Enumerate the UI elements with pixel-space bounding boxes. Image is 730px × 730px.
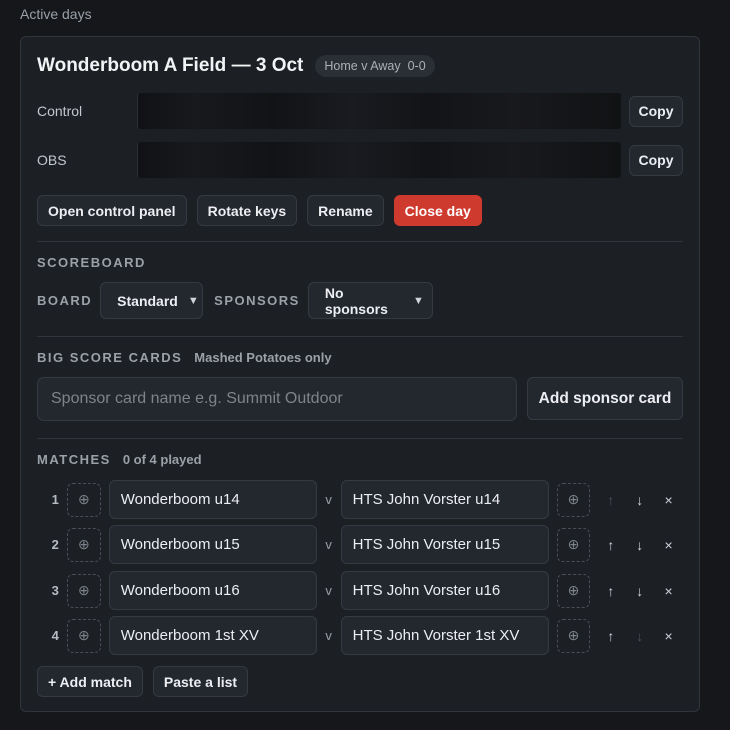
day-header: Wonderboom A Field — 3 Oct Home v Away 0-…: [37, 55, 435, 77]
day-card: Wonderboom A Field — 3 Oct Home v Away 0-…: [20, 36, 700, 712]
add-home-logo-icon[interactable]: ⊕: [66, 482, 101, 517]
open-control-panel-button[interactable]: Open control panel: [37, 195, 187, 226]
matches-heading: MATCHES: [37, 452, 111, 467]
badge-teams: Home v Away: [324, 59, 401, 73]
control-key-row: Control Copy: [37, 93, 683, 129]
sponsors-select[interactable]: No sponsors ▼: [307, 282, 433, 319]
match-row: 3 ⊕ v ⊕ ↑ ↓ ×: [37, 571, 683, 610]
match-number: 2: [51, 537, 59, 552]
obs-label: OBS: [37, 152, 67, 168]
day-actions: Open control panel Rotate keys Rename Cl…: [37, 195, 482, 226]
big-score-cards-note: Mashed Potatoes only: [194, 350, 332, 365]
away-team-input[interactable]: [340, 616, 549, 655]
obs-key-row: OBS Copy: [37, 142, 683, 178]
versus-label: v: [325, 492, 332, 507]
move-down-icon[interactable]: ↓: [625, 576, 654, 605]
matches-header: MATCHES 0 of 4 played: [37, 452, 202, 467]
match-row: 2 ⊕ v ⊕ ↑ ↓ ×: [37, 525, 683, 564]
move-down-icon[interactable]: ↓: [625, 530, 654, 559]
board-label: BOARD: [37, 293, 93, 308]
add-away-logo-icon[interactable]: ⊕: [556, 618, 591, 653]
copy-obs-button[interactable]: Copy: [629, 144, 683, 176]
move-down-icon[interactable]: ↓: [625, 485, 654, 514]
match-number: 1: [51, 492, 59, 507]
matches-played-count: 0 of 4 played: [122, 452, 202, 467]
control-label: Control: [37, 103, 83, 119]
sponsor-card-input[interactable]: [37, 377, 517, 421]
add-away-logo-icon[interactable]: ⊕: [556, 573, 591, 608]
add-match-button[interactable]: + Add match: [37, 666, 143, 697]
rename-button[interactable]: Rename: [307, 195, 384, 226]
sponsor-card-row: Add sponsor card: [37, 377, 683, 421]
add-away-logo-icon[interactable]: ⊕: [556, 527, 591, 562]
move-up-icon[interactable]: ↑: [596, 530, 625, 559]
remove-match-icon[interactable]: ×: [654, 576, 683, 605]
versus-label: v: [325, 628, 332, 643]
chevron-down-icon: ▼: [412, 294, 424, 307]
home-team-input[interactable]: [108, 571, 317, 610]
sponsors-label: SPONSORS: [214, 293, 300, 308]
add-away-logo-icon[interactable]: ⊕: [556, 482, 591, 517]
board-select[interactable]: Standard ▼: [100, 282, 204, 319]
move-down-icon[interactable]: ↓: [625, 621, 654, 650]
move-up-icon[interactable]: ↑: [596, 621, 625, 650]
close-day-button[interactable]: Close day: [393, 195, 482, 226]
away-team-input[interactable]: [340, 571, 549, 610]
home-team-input[interactable]: [108, 480, 317, 519]
add-sponsor-card-button[interactable]: Add sponsor card: [527, 377, 683, 420]
away-team-input[interactable]: [340, 525, 549, 564]
away-team-input[interactable]: [340, 480, 549, 519]
sponsors-select-value: No sponsors: [324, 284, 388, 317]
add-home-logo-icon[interactable]: ⊕: [66, 527, 101, 562]
scoreboard-heading: SCOREBOARD: [37, 255, 146, 270]
badge-score: 0-0: [407, 59, 426, 73]
big-score-cards-header: BIG SCORE CARDS Mashed Potatoes only: [37, 350, 332, 365]
move-up-icon[interactable]: ↑: [596, 485, 625, 514]
day-title: Wonderboom A Field — 3 Oct: [37, 55, 304, 76]
add-home-logo-icon[interactable]: ⊕: [66, 618, 101, 653]
rotate-keys-button[interactable]: Rotate keys: [196, 195, 298, 226]
chevron-down-icon: ▼: [187, 294, 199, 307]
versus-label: v: [325, 537, 332, 552]
remove-match-icon[interactable]: ×: [654, 621, 683, 650]
score-badge: Home v Away 0-0: [315, 55, 435, 77]
board-select-value: Standard: [117, 292, 178, 309]
section-label: Active days: [20, 6, 92, 22]
move-up-icon[interactable]: ↑: [596, 576, 625, 605]
copy-control-button[interactable]: Copy: [629, 95, 683, 127]
scoreboard-settings: BOARD Standard ▼ SPONSORS No sponsors ▼: [37, 282, 433, 319]
versus-label: v: [325, 583, 332, 598]
paste-list-button[interactable]: Paste a list: [152, 666, 249, 697]
divider: [37, 438, 683, 439]
divider: [37, 241, 683, 242]
add-home-logo-icon[interactable]: ⊕: [66, 573, 101, 608]
obs-key-field[interactable]: [137, 142, 621, 178]
big-score-cards-heading: BIG SCORE CARDS: [37, 350, 183, 365]
control-key-field[interactable]: [137, 93, 621, 129]
match-number: 3: [51, 583, 59, 598]
home-team-input[interactable]: [108, 525, 317, 564]
match-actions: + Add match Paste a list: [37, 666, 249, 697]
remove-match-icon[interactable]: ×: [654, 485, 683, 514]
remove-match-icon[interactable]: ×: [654, 530, 683, 559]
home-team-input[interactable]: [108, 616, 317, 655]
match-row: 1 ⊕ v ⊕ ↑ ↓ ×: [37, 480, 683, 519]
match-row: 4 ⊕ v ⊕ ↑ ↓ ×: [37, 616, 683, 655]
divider: [37, 336, 683, 337]
match-number: 4: [51, 628, 59, 643]
